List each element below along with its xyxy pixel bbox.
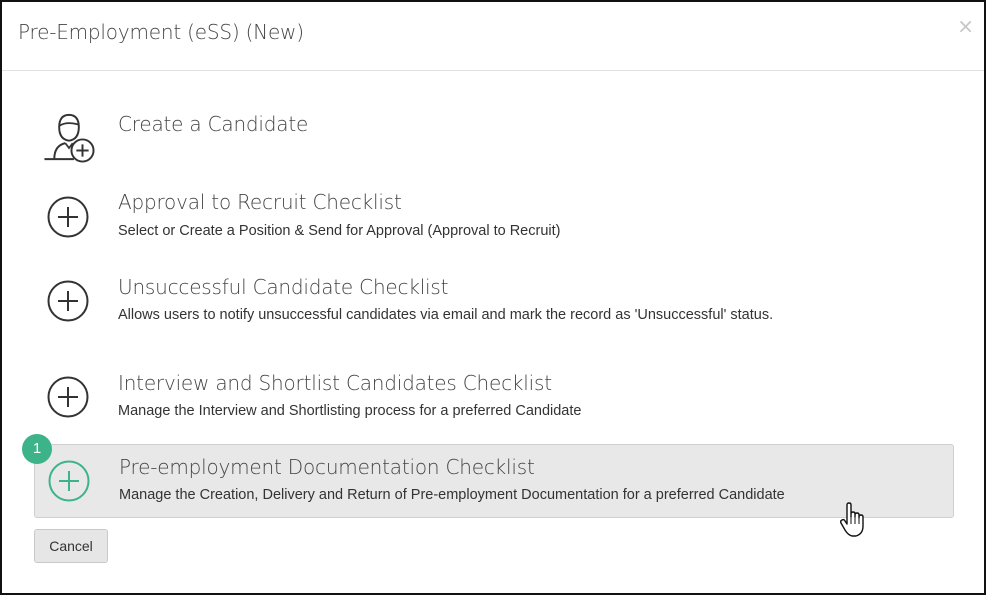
option-approval-to-recruit[interactable]: Approval to Recruit Checklist Select or … — [34, 180, 954, 252]
add-user-icon — [44, 113, 95, 163]
plus-circle-icon — [47, 280, 89, 322]
plus-circle-icon — [47, 376, 89, 418]
step-badge: 1 — [22, 434, 52, 464]
pre-employment-dialog: Pre-Employment (eSS) (New) × Create a Ca… — [0, 0, 986, 595]
option-unsuccessful-candidate[interactable]: Unsuccessful Candidate Checklist Allows … — [34, 264, 954, 336]
dialog-header: Pre-Employment (eSS) (New) × — [2, 2, 984, 71]
option-description: Manage the Creation, Delivery and Return… — [119, 487, 785, 503]
plus-circle-icon — [47, 196, 89, 238]
option-description: Allows users to notify unsuccessful cand… — [118, 307, 774, 323]
option-label: Approval to Recruit Checklist — [118, 190, 402, 214]
option-label: Interview and Shortlist Candidates Check… — [118, 371, 552, 395]
option-description: Manage the Interview and Shortlisting pr… — [118, 403, 582, 419]
close-icon[interactable]: × — [957, 14, 974, 38]
dialog-title: Pre-Employment (eSS) (New) — [18, 20, 304, 44]
plus-circle-icon — [48, 460, 90, 502]
option-label: Pre-employment Documentation Checklist — [119, 455, 535, 479]
option-description: Select or Create a Position & Send for A… — [118, 223, 561, 239]
option-label: Create a Candidate — [118, 112, 309, 136]
hand-pointer-icon — [839, 502, 864, 537]
cancel-button[interactable]: Cancel — [34, 529, 108, 563]
option-pre-employment-documentation[interactable]: Pre-employment Documentation Checklist M… — [34, 444, 954, 518]
option-interview-shortlist[interactable]: Interview and Shortlist Candidates Check… — [34, 360, 954, 432]
option-create-candidate[interactable]: Create a Candidate — [34, 102, 954, 174]
option-label: Unsuccessful Candidate Checklist — [118, 275, 449, 299]
